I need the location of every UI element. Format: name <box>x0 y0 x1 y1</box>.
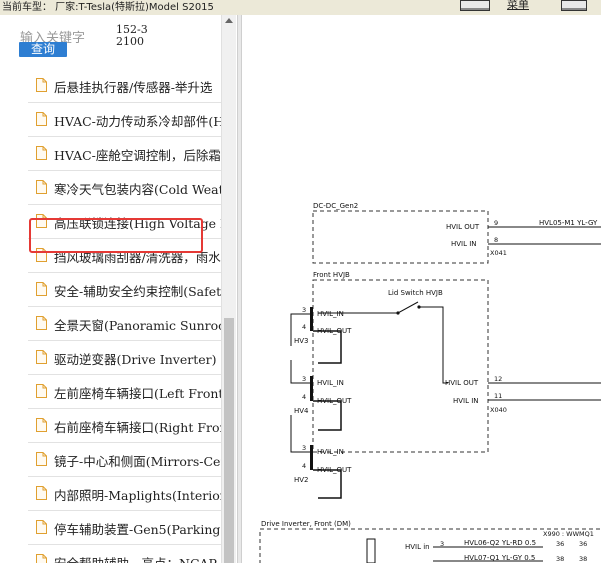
dcdc-hvil-in: HVIL IN <box>451 240 477 248</box>
list-item[interactable]: 后悬挂执行器/传感器-举升选 <box>28 69 222 103</box>
svg-text:3: 3 <box>302 444 306 452</box>
vehicle-info: 当前车型： 厂家:T-Tesla(特斯拉)Model S2015 <box>2 2 214 13</box>
list-item-label: HVAC-动力传动系冷却部件(H <box>54 114 225 129</box>
hv3-hvil-in: HVIL_IN <box>317 310 344 318</box>
file-icon <box>36 316 47 330</box>
file-icon <box>36 452 47 466</box>
list-item[interactable]: 寒冷天气包装内容(Cold Weat <box>28 171 224 205</box>
inverter-wire-1: HVL06-Q2 YL-RD 0.5 <box>464 539 536 547</box>
svg-text:4: 4 <box>302 323 306 331</box>
list-item[interactable]: HVAC-座舱空调控制，后除霜 <box>28 137 222 171</box>
inverter-hvil-in: HVIL in <box>405 543 430 551</box>
hv2-hvil-in: HVIL_IN <box>317 448 344 456</box>
svg-text:36: 36 <box>556 540 564 548</box>
top-bar: 当前车型： 厂家:T-Tesla(特斯拉)Model S2015 菜单 <box>0 0 601 15</box>
hvjb-connector: X040 <box>490 406 507 414</box>
dcdc-wire-label: HVL05-M1 YL-GY <box>539 219 598 227</box>
drive-inverter-title: Drive Inverter, Front (DM) <box>261 520 351 528</box>
selection-highlight <box>29 218 203 253</box>
svg-text:36: 36 <box>579 540 587 548</box>
dcdc-box <box>312 210 489 264</box>
list-scrollbar[interactable] <box>221 15 236 563</box>
scroll-thumb[interactable] <box>224 318 234 563</box>
list-item[interactable]: 全景天窗(Panoramic Sunroof) <box>28 307 235 341</box>
dcdc-hvil-out: HVIL OUT <box>446 223 480 231</box>
list-item[interactable]: 安全-辅助安全约束控制(Safet <box>28 273 222 307</box>
hvjb-hvil-out: HVIL OUT <box>445 379 479 387</box>
file-icon <box>36 350 47 364</box>
scroll-up-icon[interactable] <box>225 18 233 23</box>
list-item-label: 安全帮助辅助，亮点：NCAP <box>54 553 217 563</box>
list-item[interactable]: 安全帮助辅助，亮点：NCAP <box>28 545 222 563</box>
pane-splitter[interactable] <box>237 15 242 563</box>
svg-text:11: 11 <box>494 392 502 400</box>
dcdc-connector: X041 <box>490 249 507 257</box>
list-item-label: 镜子-中心和侧面(Mirrors-Cen <box>54 454 229 469</box>
file-icon <box>36 112 47 126</box>
dcdc-pin-out: 9 <box>494 219 498 227</box>
hv4-connector <box>310 376 313 401</box>
front-hvjb-box <box>312 279 489 453</box>
list-item[interactable]: HVAC-动力传动系冷却部件(H <box>28 103 225 137</box>
front-hvjb-title: Front HVJB <box>313 271 350 279</box>
lid-switch-label: Lid Switch HVJB <box>388 289 443 297</box>
list-item-label: 右前座椅车辆接口(Right Fron <box>54 420 228 435</box>
hv4-label: HV4 <box>294 407 309 415</box>
list-item-label: 停车辅助装置-Gen5(Parking A <box>54 522 234 537</box>
list-item-label: 内部照明-Maplights(Interior L <box>54 488 236 503</box>
file-icon <box>36 180 47 194</box>
list-item[interactable]: 右前座椅车辆接口(Right Fron <box>28 409 228 443</box>
svg-text:4: 4 <box>302 462 306 470</box>
inverter-wire-2: HVL07-Q1 YL-GY 0.5 <box>464 554 535 562</box>
left-panel: 输入关键字 152-32100 查询 后悬挂执行器/传感器-举升选 HVAC-动… <box>0 15 236 563</box>
toolbar-button-2[interactable] <box>561 0 587 11</box>
file-icon <box>36 520 47 534</box>
file-icon <box>36 384 47 398</box>
list-item[interactable]: 内部照明-Maplights(Interior L <box>28 477 236 511</box>
list-item-label: HVAC-座舱空调控制，后除霜 <box>54 148 221 163</box>
svg-text:38: 38 <box>579 555 587 563</box>
hv4-hvil-in: HVIL_IN <box>317 379 344 387</box>
svg-text:3: 3 <box>302 306 306 314</box>
inverter-connector <box>366 538 376 563</box>
svg-text:3: 3 <box>302 375 306 383</box>
list-item-label: 寒冷天气包装内容(Cold Weat <box>54 182 224 197</box>
toolbar-button[interactable] <box>460 0 490 11</box>
dcdc-pin-in: 8 <box>494 236 498 244</box>
hvjb-hvil-in: HVIL IN <box>453 397 479 405</box>
list-item-label: 全景天窗(Panoramic Sunroof) <box>54 318 236 333</box>
list-item-label: 左前座椅车辆接口(Left Front <box>54 386 224 401</box>
list-item-label: 安全-辅助安全约束控制(Safet <box>54 284 222 299</box>
menu-link[interactable]: 菜单 <box>507 0 529 12</box>
file-icon <box>36 554 47 563</box>
list-item[interactable]: 左前座椅车辆接口(Left Front <box>28 375 224 409</box>
dcdc-title: DC-DC_Gen2 <box>313 202 358 210</box>
x990-label: X990 : WWMQ1 <box>543 530 594 538</box>
hv3-connector <box>310 307 313 331</box>
hv2-label: HV2 <box>294 476 309 484</box>
code-label: 152-32100 <box>116 23 148 48</box>
list-item[interactable]: 停车辅助装置-Gen5(Parking A <box>28 511 233 545</box>
list-item-label: 驱动逆变器(Drive Inverter) <box>54 352 217 367</box>
wiring-diagram: DC-DC_Gen2 HVIL OUT HVIL IN X041 9 8 HVL… <box>259 202 601 563</box>
svg-text:12: 12 <box>494 375 502 383</box>
hv3-label: HV3 <box>294 337 309 345</box>
file-icon <box>36 486 47 500</box>
list-item-label: 后悬挂执行器/传感器-举升选 <box>54 80 213 95</box>
file-icon <box>36 78 47 92</box>
file-icon <box>36 418 47 432</box>
file-icon <box>36 282 47 296</box>
file-icon <box>36 146 47 160</box>
list-item[interactable]: 驱动逆变器(Drive Inverter) <box>28 341 222 375</box>
svg-text:38: 38 <box>556 555 564 563</box>
list-item[interactable]: 镜子-中心和侧面(Mirrors-Cen <box>28 443 229 477</box>
query-button[interactable]: 查询 <box>19 42 67 57</box>
svg-text:4: 4 <box>302 393 306 401</box>
hv2-connector <box>310 445 313 470</box>
